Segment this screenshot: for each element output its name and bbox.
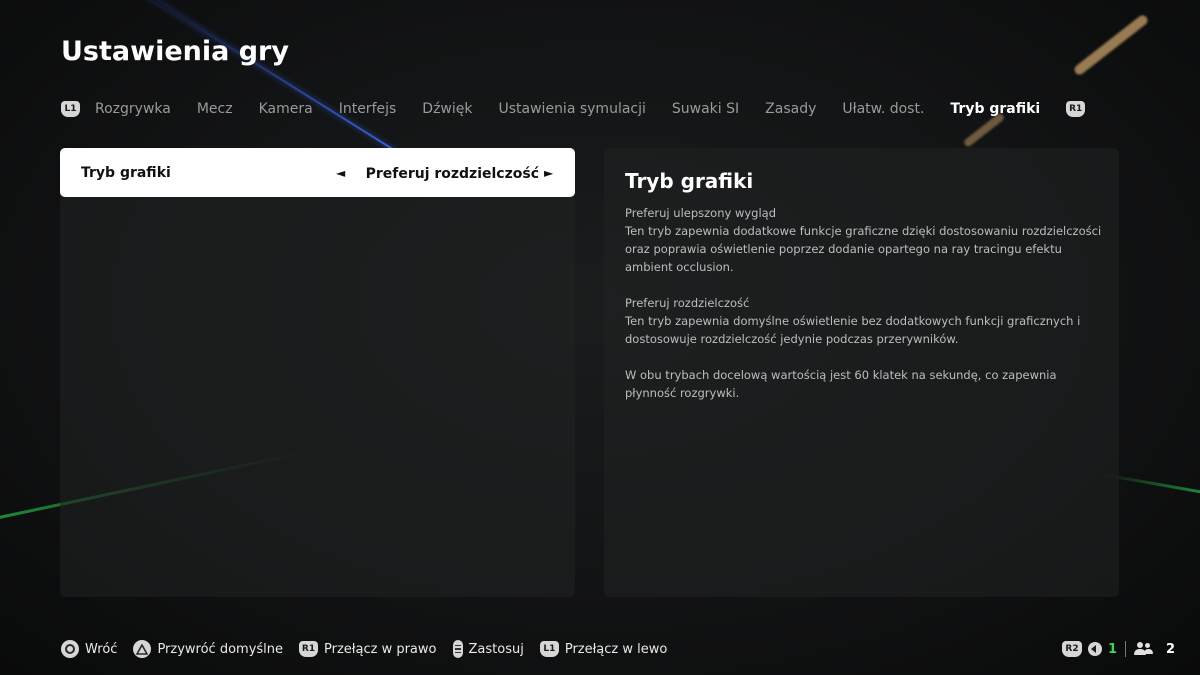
arrow-left-icon[interactable]: ◄ bbox=[336, 166, 345, 180]
triangle-button-icon bbox=[133, 640, 152, 658]
circle-button-icon bbox=[61, 640, 79, 658]
switch-right-label: Przełącz w prawo bbox=[324, 641, 437, 657]
description-panel: Tryb grafiki Preferuj ulepszony wygląd T… bbox=[604, 148, 1119, 597]
switch-left-hint[interactable]: L1 Przełącz w lewo bbox=[539, 641, 668, 657]
button-hints-bar: Wróć Przywróć domyślne R1 Przełącz w pra… bbox=[61, 638, 683, 660]
tab-tryb-grafiki[interactable]: Tryb grafiki bbox=[950, 101, 1040, 117]
apply-label: Zastosuj bbox=[468, 641, 524, 657]
description-paragraph: Preferuj rozdzielczość Ten tryb zapewnia… bbox=[625, 296, 1081, 346]
arrow-right-icon[interactable]: ► bbox=[544, 166, 553, 180]
tab-interfejs[interactable]: Interfejs bbox=[339, 101, 397, 117]
l1-button-icon[interactable]: L1 bbox=[61, 101, 80, 117]
options-button-icon bbox=[452, 640, 463, 658]
settings-list-panel: Tryb grafiki ◄ Preferuj rozdzielczość ► bbox=[60, 148, 575, 597]
settings-tab-bar: L1 Rozgrywka Mecz Kamera Interfejs Dźwię… bbox=[61, 98, 1086, 120]
switch-right-hint[interactable]: R1 Przełącz w prawo bbox=[299, 641, 437, 657]
page-title: Ustawienia gry bbox=[61, 36, 289, 67]
setting-label: Tryb grafiki bbox=[81, 164, 171, 181]
tab-rozgrywka[interactable]: Rozgrywka bbox=[95, 101, 171, 117]
setting-value: Preferuj rozdzielczość bbox=[365, 166, 539, 182]
description-paragraph: W obu trybach docelową wartością jest 60… bbox=[625, 368, 1057, 400]
description-title: Tryb grafiki bbox=[625, 169, 754, 193]
tab-mecz[interactable]: Mecz bbox=[197, 101, 233, 117]
local-player-count: 1 bbox=[1108, 641, 1118, 657]
r1-button-icon: R1 bbox=[299, 641, 319, 657]
back-hint[interactable]: Wróć bbox=[61, 640, 117, 658]
status-divider bbox=[1125, 641, 1127, 657]
speaker-icon bbox=[1088, 642, 1102, 656]
apply-hint[interactable]: Zastosuj bbox=[452, 640, 524, 658]
l1-button-icon: L1 bbox=[539, 641, 559, 657]
back-label: Wróć bbox=[85, 641, 118, 657]
tab-suwaki-si[interactable]: Suwaki SI bbox=[672, 101, 739, 117]
restore-defaults-hint[interactable]: Przywróć domyślne bbox=[133, 640, 283, 658]
r2-button-icon[interactable]: R2 bbox=[1062, 641, 1082, 657]
status-indicators: R2 1 2 bbox=[1062, 638, 1175, 660]
description-paragraph: Preferuj ulepszony wygląd Ten tryb zapew… bbox=[625, 206, 1102, 274]
r1-button-icon[interactable]: R1 bbox=[1066, 101, 1086, 117]
tab-ulatw-dost[interactable]: Ułatw. dost. bbox=[842, 101, 924, 117]
users-icon bbox=[1134, 642, 1154, 656]
online-player-count: 2 bbox=[1166, 641, 1176, 657]
tab-zasady[interactable]: Zasady bbox=[765, 101, 816, 117]
description-body: Preferuj ulepszony wygląd Ten tryb zapew… bbox=[625, 204, 1105, 420]
tab-dzwiek[interactable]: Dźwięk bbox=[422, 101, 472, 117]
tab-kamera[interactable]: Kamera bbox=[259, 101, 313, 117]
setting-row-tryb-grafiki[interactable]: Tryb grafiki ◄ Preferuj rozdzielczość ► bbox=[60, 148, 575, 197]
switch-left-label: Przełącz w lewo bbox=[564, 641, 668, 657]
setting-value-container: Preferuj rozdzielczość bbox=[351, 163, 539, 182]
tab-ustawienia-symulacji[interactable]: Ustawienia symulacji bbox=[499, 101, 646, 117]
restore-defaults-label: Przywróć domyślne bbox=[157, 641, 284, 657]
